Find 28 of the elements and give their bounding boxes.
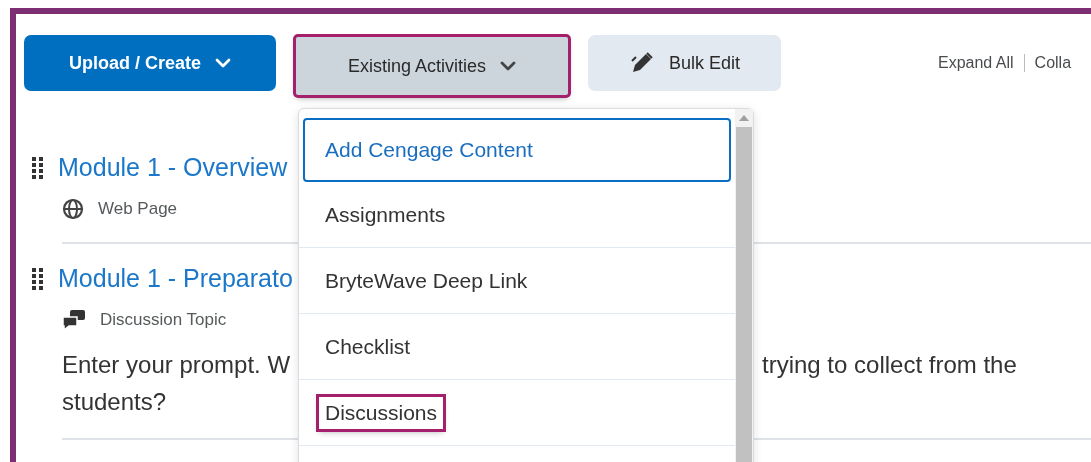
drag-handle-icon[interactable] (32, 267, 44, 290)
chat-bubbles-icon (62, 309, 86, 331)
module-title-link[interactable]: Module 1 - Preparato (58, 264, 293, 293)
type-label: Web Page (98, 199, 178, 219)
prompt-text: trying to collect from the (762, 351, 1017, 378)
menu-item[interactable]: Discussions (299, 380, 735, 446)
globe-icon (62, 198, 84, 220)
scroll-up-icon[interactable] (739, 115, 749, 121)
caret-icon (215, 58, 231, 68)
menu-item-label: Add Cengage Content (324, 137, 534, 163)
drag-handle-icon[interactable] (32, 156, 44, 179)
caret-icon (500, 61, 517, 71)
toggle-link[interactable]: Colla (1034, 54, 1072, 72)
prompt-text: students? (62, 388, 167, 415)
menu-item-label: Checklist (324, 333, 412, 360)
menu-item-label: BryteWave Deep Link (324, 267, 529, 294)
dropdown-button[interactable]: Upload / Create (24, 35, 276, 91)
prompt-text: Enter your prompt. W (62, 351, 291, 378)
menu-item[interactable]: Add Cengage Content (303, 118, 731, 182)
menu-item-label: Assignments (324, 201, 447, 228)
module-title-link[interactable]: Module 1 - Overview (58, 153, 288, 182)
bulk-edit-button[interactable]: Bulk Edit (588, 35, 781, 91)
type-label: Discussion Topic (100, 310, 227, 330)
toggle-link[interactable]: Expand All (938, 54, 1014, 72)
menu-item-label: Discussions (319, 396, 444, 429)
dropdown-button[interactable]: Existing Activities (296, 37, 568, 95)
scrollbar[interactable] (735, 109, 753, 462)
scroll-thumb[interactable] (736, 127, 752, 462)
